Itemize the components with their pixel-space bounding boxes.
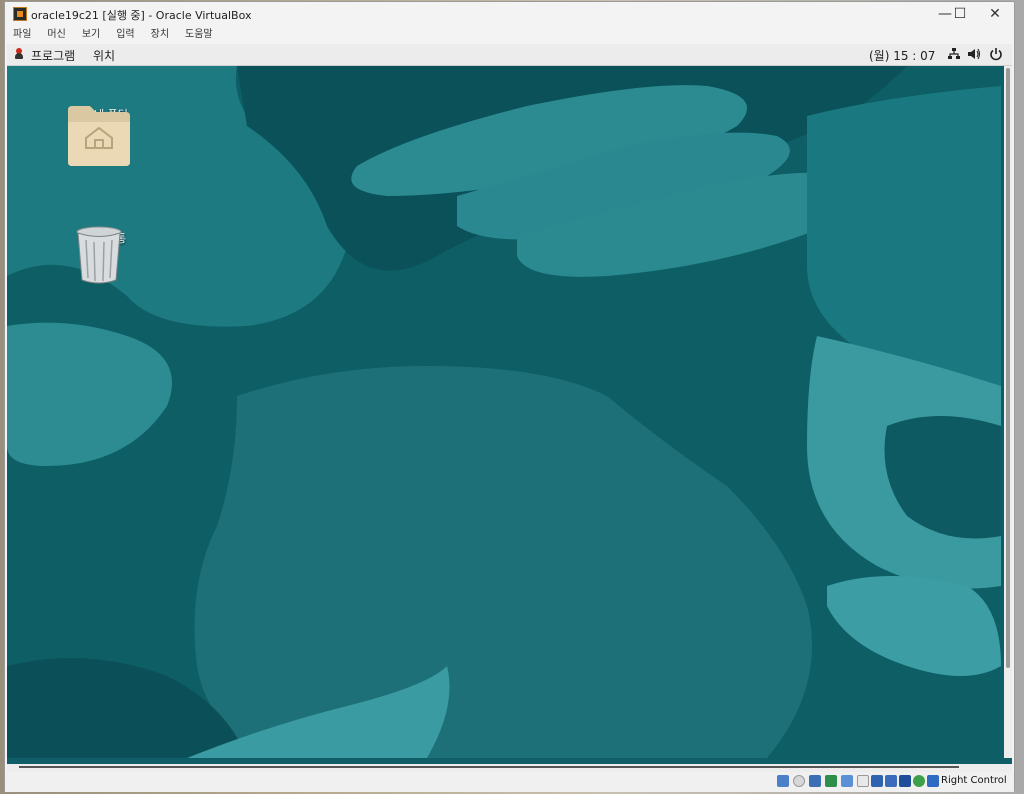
menu-help[interactable]: 도움말 (185, 26, 213, 44)
host-key-label: Right Control (941, 775, 1007, 786)
applications-icon[interactable] (14, 48, 24, 60)
desktop-icon-trash[interactable]: 휴지통 (66, 226, 156, 284)
cpu-icon[interactable] (913, 775, 925, 787)
menu-view[interactable]: 보기 (82, 26, 100, 44)
maximize-button[interactable]: ☐ (942, 4, 978, 24)
vertical-scrollbar[interactable] (1004, 66, 1012, 758)
clock[interactable]: (월) 15 : 07 (869, 47, 935, 64)
vrde-icon[interactable] (899, 775, 911, 787)
places-menu[interactable]: 위치 (93, 47, 115, 64)
hard-disk-icon[interactable] (777, 775, 789, 787)
menu-file[interactable]: 파일 (13, 26, 31, 44)
status-bar: Right Control (5, 772, 1014, 792)
wallpaper-art (7, 66, 1001, 758)
audio-icon[interactable] (809, 775, 821, 787)
volume-icon[interactable] (967, 47, 981, 61)
applications-menu[interactable]: 프로그램 (31, 47, 75, 64)
desktop-wallpaper[interactable]: 내 폴더 휴지통 (7, 66, 1001, 758)
menu-bar: 파일 머신 보기 입력 장치 도움말 (5, 26, 1014, 44)
horizontal-scroll-thumb[interactable] (19, 766, 959, 768)
network-status-icon[interactable] (825, 775, 837, 787)
close-button[interactable]: ✕ (977, 4, 1013, 24)
guest-top-panel: 프로그램 위치 (월) 15 : 07 (7, 44, 1012, 66)
display-icon[interactable] (871, 775, 883, 787)
trash-icon (76, 226, 122, 284)
power-icon[interactable] (989, 47, 1003, 61)
network-icon[interactable] (947, 47, 961, 61)
guest-screen[interactable]: 프로그램 위치 (월) 15 : 07 (7, 44, 1012, 764)
home-folder-icon (68, 106, 130, 166)
mouse-integration-icon[interactable] (927, 775, 939, 787)
usb-icon[interactable] (841, 775, 853, 787)
shared-folders-icon[interactable] (857, 775, 869, 787)
title-bar[interactable]: oracle19c21 [실행 중] - Oracle VirtualBox —… (5, 2, 1014, 26)
optical-drive-icon[interactable] (793, 775, 805, 787)
menu-machine[interactable]: 머신 (47, 26, 65, 44)
desktop-icon-home-folder[interactable]: 내 폴더 (66, 102, 156, 166)
horizontal-scrollbar[interactable] (7, 764, 1012, 772)
menu-devices[interactable]: 장치 (151, 26, 169, 44)
virtualbox-window: oracle19c21 [실행 중] - Oracle VirtualBox —… (4, 1, 1015, 792)
recording-icon[interactable] (885, 775, 897, 787)
vertical-scroll-thumb[interactable] (1006, 68, 1010, 668)
menu-input[interactable]: 입력 (116, 26, 134, 44)
virtualbox-icon (13, 7, 27, 21)
window-title: oracle19c21 [실행 중] - Oracle VirtualBox (31, 9, 252, 22)
